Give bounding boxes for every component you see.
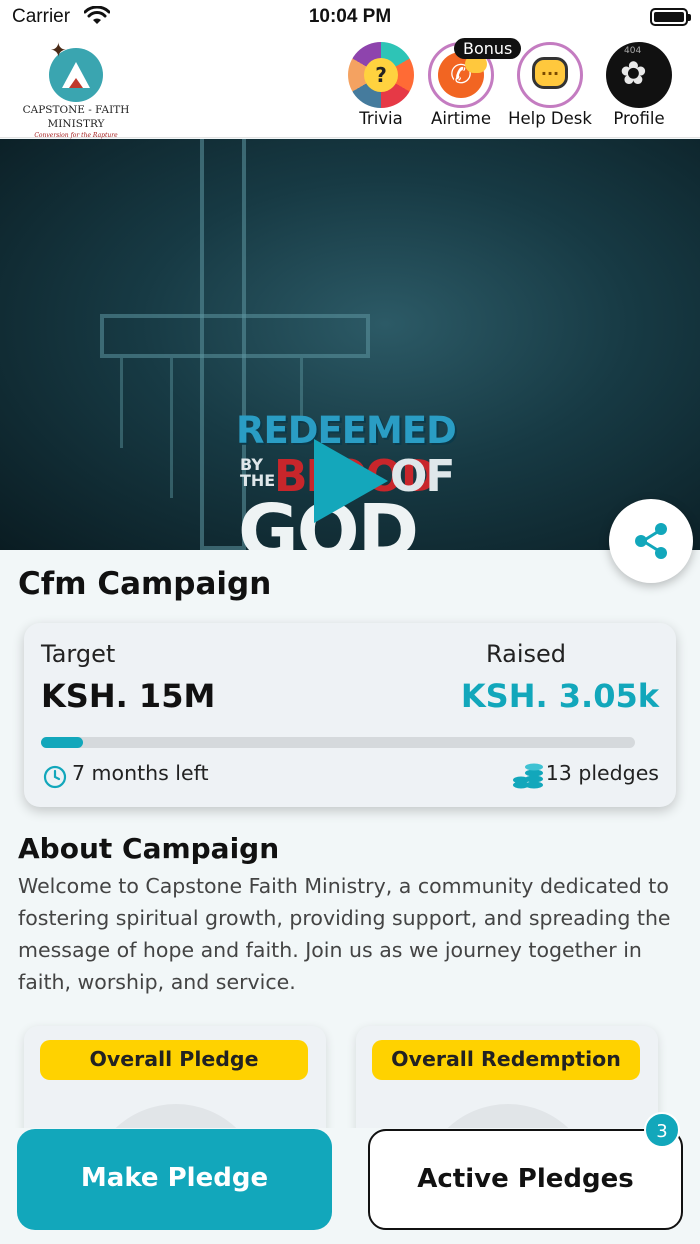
- campaign-stats-card: Target KSH. 15M Raised KSH. 3.05k 7 mont…: [24, 623, 676, 807]
- clock-icon: [43, 765, 67, 793]
- target-label: Target: [41, 640, 116, 668]
- status-bar: Carrier 10:04 PM: [0, 0, 700, 34]
- app-header: ✦ CAPSTONE - FAITH MINISTRY Conversion f…: [0, 34, 700, 139]
- profile-icon: 404 ✿: [606, 42, 672, 108]
- share-icon: [635, 523, 667, 559]
- campaign-title: Cfm Campaign: [18, 566, 272, 602]
- nav-profile-label: Profile: [613, 109, 665, 128]
- drip-mark: [120, 358, 123, 448]
- battery-icon: [650, 8, 691, 26]
- raised-label: Raised: [485, 640, 566, 668]
- nav-trivia[interactable]: ? Trivia: [338, 42, 424, 128]
- hero-title-by: BY THE: [240, 455, 276, 490]
- cross-beam: [100, 314, 370, 358]
- logo-tagline: Conversion for the Rapture: [34, 132, 118, 139]
- trivia-icon: ?: [348, 42, 414, 108]
- target-value: KSH. 15M: [41, 677, 216, 715]
- active-pledges-count-badge: 3: [644, 1112, 680, 1148]
- nav-help-desk[interactable]: ··· Help Desk: [507, 42, 593, 128]
- progress-fill: [41, 737, 83, 748]
- play-icon[interactable]: [314, 439, 388, 523]
- logo-name-line2: MINISTRY: [47, 118, 105, 130]
- make-pledge-button[interactable]: Make Pledge: [17, 1129, 332, 1230]
- ministry-logo[interactable]: ✦ CAPSTONE - FAITH MINISTRY Conversion f…: [20, 36, 132, 139]
- share-button[interactable]: [609, 499, 693, 583]
- help-desk-icon: ···: [517, 42, 583, 108]
- about-description: Welcome to Capstone Faith Ministry, a co…: [18, 874, 671, 994]
- active-pledges-button[interactable]: Active Pledges: [368, 1129, 683, 1230]
- pledges-count: 13 pledges: [545, 761, 659, 785]
- nav-help-desk-label: Help Desk: [508, 109, 592, 128]
- nav-airtime-label: Airtime: [431, 109, 491, 128]
- campaign-progress-bar: [41, 737, 635, 748]
- bonus-badge: Bonus: [454, 38, 522, 59]
- overall-pledge-label: Overall Pledge: [40, 1040, 308, 1080]
- campaign-video[interactable]: REDEEMED BYTHE BLOOD OF GOD 49-1225: [0, 139, 700, 550]
- overall-redemption-label: Overall Redemption: [372, 1040, 640, 1080]
- nav-profile[interactable]: 404 ✿ Profile: [596, 42, 682, 128]
- logo-name-line1: CAPSTONE - FAITH: [22, 104, 130, 116]
- drip-mark: [170, 358, 173, 498]
- clock-time: 10:04 PM: [308, 6, 392, 27]
- about-title: About Campaign: [18, 832, 280, 865]
- nav-trivia-label: Trivia: [359, 109, 403, 128]
- raised-value: KSH. 3.05k: [460, 677, 659, 715]
- eagle-icon: ✦: [50, 38, 67, 62]
- time-left: 7 months left: [72, 761, 209, 785]
- coins-icon: [512, 761, 546, 795]
